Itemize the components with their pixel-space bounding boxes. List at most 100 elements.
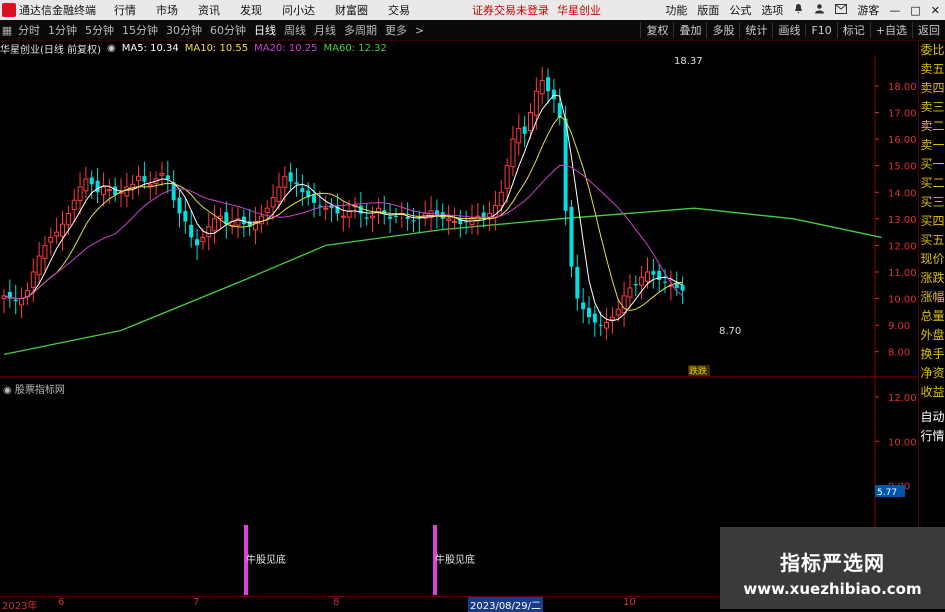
sidebar-change-pct[interactable]: 涨幅 <box>919 288 945 307</box>
candle-body <box>83 178 89 192</box>
sidebar-buy3[interactable]: 买三 <box>919 193 945 212</box>
sidebar-net-asset[interactable]: 净资 <box>919 364 945 383</box>
candle-body <box>592 313 597 323</box>
sidebar-sell3[interactable]: 卖三 <box>919 98 945 117</box>
btn-adjust[interactable]: 复权 <box>640 22 673 38</box>
sidebar-buy2[interactable]: 买二 <box>919 174 945 193</box>
candle-body <box>113 186 118 195</box>
close-icon[interactable]: ✕ <box>931 4 940 17</box>
sidebar-turnover[interactable]: 换手 <box>919 345 945 364</box>
high-price-label: 18.37 <box>674 56 703 67</box>
btn-back[interactable]: 返回 <box>912 22 945 38</box>
sidebar-quote[interactable]: 行情 <box>919 427 945 446</box>
mail-icon[interactable] <box>835 3 848 17</box>
sidebar-weibi[interactable]: 委比 <box>919 41 945 60</box>
candle-body <box>300 188 305 193</box>
menu-layout[interactable]: 版面 <box>697 2 719 18</box>
sidebar-sell4[interactable]: 卖四 <box>919 79 945 98</box>
watermark-overlay: 指标严选网 www.xuezhibiao.com <box>720 527 945 609</box>
candle-body <box>551 89 556 100</box>
menu-function[interactable]: 功能 <box>665 2 687 18</box>
maximize-icon[interactable]: □ <box>910 4 920 17</box>
grid-icon[interactable]: ▦ <box>0 24 14 37</box>
candle-body <box>504 165 510 189</box>
sidebar-sell2[interactable]: 卖二 <box>919 117 945 136</box>
date-label-year: 2023年 <box>2 601 38 612</box>
candle-body <box>136 175 142 181</box>
bell-icon[interactable] <box>793 3 804 17</box>
candle-body <box>680 285 685 291</box>
menu-options[interactable]: 选项 <box>761 2 783 18</box>
candle-body <box>294 182 299 185</box>
date-label-6: 6 <box>58 597 65 608</box>
candle-body <box>264 207 270 214</box>
menu-market-2[interactable]: 市场 <box>156 2 178 18</box>
candle-body <box>177 197 182 214</box>
period-1min[interactable]: 1分钟 <box>48 22 77 38</box>
candle-body <box>604 321 610 329</box>
chevron-right-icon[interactable]: > <box>415 24 424 37</box>
candle-body <box>65 213 71 226</box>
menu-discover[interactable]: 发现 <box>240 2 262 18</box>
menu-market[interactable]: 行情 <box>114 2 136 18</box>
btn-f10[interactable]: F10 <box>805 23 836 37</box>
sidebar-volume[interactable]: 总量 <box>919 307 945 326</box>
candle-body <box>54 231 60 237</box>
period-intraday[interactable]: 分时 <box>18 22 40 38</box>
btn-overlay[interactable]: 叠加 <box>673 22 706 38</box>
guest-label[interactable]: 游客 <box>857 2 879 18</box>
indicator-dot-icon: ◉ <box>3 385 12 396</box>
candle-body <box>446 218 452 221</box>
candle-body <box>393 215 398 217</box>
sidebar-sell5[interactable]: 卖五 <box>919 60 945 79</box>
login-notice[interactable]: 证券交易未登录 <box>472 2 549 18</box>
sidebar-buy4[interactable]: 买四 <box>919 212 945 231</box>
candle-body <box>651 271 656 275</box>
y-tick-label: 16.00 <box>888 135 917 146</box>
candle-body <box>165 175 170 179</box>
period-multi[interactable]: 多周期 <box>344 22 377 38</box>
menu-formula[interactable]: 公式 <box>729 2 751 18</box>
btn-mark[interactable]: 标记 <box>836 22 870 38</box>
sidebar-buy1[interactable]: 买一 <box>919 155 945 174</box>
sidebar-outer[interactable]: 外盘 <box>919 326 945 345</box>
kline-chart[interactable]: 18.00 17.00 16.00 15.00 14.00 13.00 12.00 11.00… <box>0 55 918 596</box>
sidebar-price[interactable]: 现价 <box>919 250 945 269</box>
menu-trade[interactable]: 交易 <box>388 2 410 18</box>
candle-body <box>464 221 469 223</box>
candle-body <box>312 194 317 203</box>
y-tick-label: 13.00 <box>888 215 917 226</box>
period-daily[interactable]: 日线 <box>254 22 276 38</box>
menu-ask[interactable]: 问小达 <box>282 2 315 18</box>
sidebar-earnings[interactable]: 收益 <box>919 383 945 402</box>
sidebar-buy5[interactable]: 买五 <box>919 231 945 250</box>
user-icon[interactable] <box>814 3 825 17</box>
btn-stats[interactable]: 统计 <box>739 22 772 38</box>
candle-body <box>581 302 586 310</box>
y-tick-label: 18.00 <box>888 82 917 93</box>
candle-body <box>405 216 410 219</box>
candle-body <box>159 173 165 176</box>
sidebar-sell1[interactable]: 卖一 <box>919 136 945 155</box>
low-price-label: 8.70 <box>719 326 741 337</box>
btn-draw[interactable]: 画线 <box>772 22 805 38</box>
candle-body <box>30 271 36 288</box>
date-label-cursor: 2023/08/29/二 <box>468 597 544 612</box>
menu-wealth[interactable]: 财富圈 <box>335 2 368 18</box>
candle-body <box>195 239 200 246</box>
period-5min[interactable]: 5分钟 <box>85 22 114 38</box>
stock-title: 华星创业(日线 前复权) <box>0 44 101 56</box>
period-monthly[interactable]: 月线 <box>314 22 336 38</box>
candle-body <box>516 127 522 144</box>
minimize-icon[interactable]: — <box>889 4 900 17</box>
period-15min[interactable]: 15分钟 <box>122 22 158 38</box>
btn-multi-stock[interactable]: 多股 <box>706 22 739 38</box>
period-weekly[interactable]: 周线 <box>284 22 306 38</box>
btn-add-favorite[interactable]: +自选 <box>869 22 912 38</box>
menu-news[interactable]: 资讯 <box>198 2 220 18</box>
period-60min[interactable]: 60分钟 <box>210 22 246 38</box>
sidebar-auto[interactable]: 自动 <box>919 408 945 427</box>
sidebar-change[interactable]: 涨跌 <box>919 269 945 288</box>
period-30min[interactable]: 30分钟 <box>166 22 202 38</box>
period-more[interactable]: 更多 <box>385 22 407 38</box>
